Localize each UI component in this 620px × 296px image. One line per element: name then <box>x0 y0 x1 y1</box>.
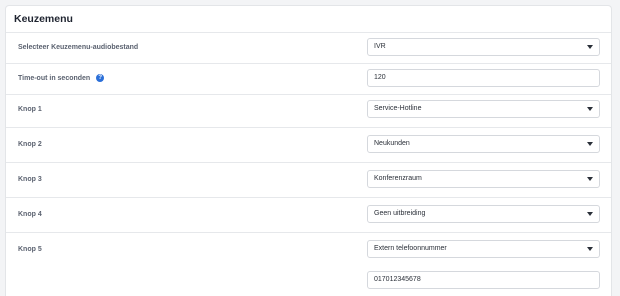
timeout-label-text: Time-out in seconden <box>18 74 91 82</box>
knop-3-value: Konferenzraum <box>374 175 422 182</box>
row-divider <box>6 94 611 95</box>
keuzemenu-panel: Keuzemenu Selecteer Keuzemenu-audiobesta… <box>5 5 612 296</box>
knop-4-value: Geen uitbreiding <box>374 210 426 217</box>
knop-1-label: Knop 1 <box>18 105 42 113</box>
row-divider <box>6 197 611 198</box>
knop-2-label: Knop 2 <box>18 140 42 148</box>
timeout-value: 120 <box>374 74 386 81</box>
panel-title: Keuzemenu <box>14 13 73 25</box>
audio-file-select[interactable]: IVR <box>367 38 600 56</box>
external-number-value: 017012345678 <box>374 276 421 283</box>
knop-4-label: Knop 4 <box>18 210 42 218</box>
help-icon[interactable]: ? <box>96 74 105 82</box>
knop-4-select[interactable]: Geen uitbreiding <box>367 205 600 223</box>
knop-5-label: Knop 5 <box>18 245 42 253</box>
audio-file-value: IVR <box>374 43 386 50</box>
knop-1-select[interactable]: Service-Hotline <box>367 100 600 118</box>
knop-3-select[interactable]: Konferenzraum <box>367 170 600 188</box>
chevron-down-icon <box>587 177 593 181</box>
chevron-down-icon <box>587 247 593 251</box>
chevron-down-icon <box>587 212 593 216</box>
chevron-down-icon <box>587 107 593 111</box>
knop-5-value: Extern telefoonnummer <box>374 245 447 252</box>
external-number-input[interactable]: 017012345678 <box>367 271 600 289</box>
chevron-down-icon <box>587 142 593 146</box>
knop-3-label: Knop 3 <box>18 175 42 183</box>
row-divider <box>6 162 611 163</box>
audio-file-label: Selecteer Keuzemenu-audiobestand <box>18 43 139 51</box>
timeout-label: Time-out in seconden ? <box>18 72 105 84</box>
chevron-down-icon <box>587 45 593 49</box>
knop-5-select[interactable]: Extern telefoonnummer <box>367 240 600 258</box>
knop-1-value: Service-Hotline <box>374 105 422 112</box>
knop-2-select[interactable]: Neukunden <box>367 135 600 153</box>
knop-2-value: Neukunden <box>374 140 410 147</box>
row-divider <box>6 127 611 128</box>
timeout-input[interactable]: 120 <box>367 69 600 87</box>
row-divider <box>6 232 611 233</box>
title-divider <box>6 32 611 33</box>
row-divider <box>6 63 611 64</box>
